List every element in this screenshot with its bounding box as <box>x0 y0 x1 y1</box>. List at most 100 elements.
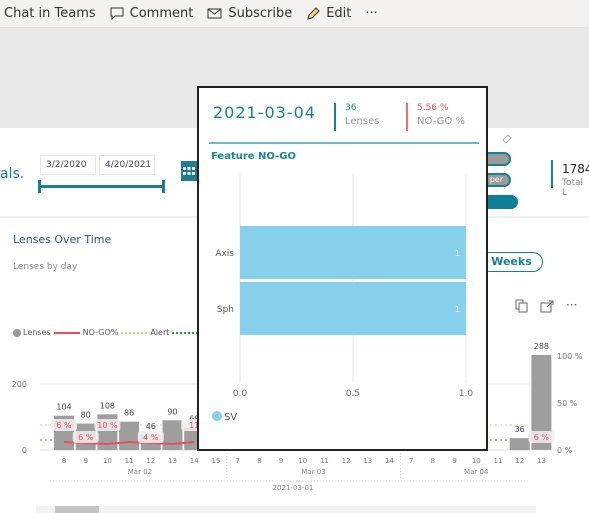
bar <box>509 438 530 450</box>
kpi-label: Total L <box>562 178 584 198</box>
tooltip-divider <box>209 142 479 144</box>
bar <box>162 420 183 450</box>
date-slider[interactable] <box>39 185 165 188</box>
kpi-value: 17848 <box>562 162 589 176</box>
x-hour-label: 12 <box>515 457 524 465</box>
x-hour-label: 9 <box>452 457 456 465</box>
x-hour-label: 13 <box>537 457 546 465</box>
x-day-label: Mar 04 <box>464 468 489 476</box>
x-hour-label: 7 <box>409 457 413 465</box>
slider-handle-end[interactable] <box>162 180 165 193</box>
start-date-input[interactable]: 3/2/2020 <box>40 155 96 175</box>
bar-value-label: 1 <box>455 305 460 314</box>
x-hour-label: 7 <box>235 457 239 465</box>
y2-tick-label: 100 % <box>557 352 583 361</box>
edit-button[interactable]: Edit <box>306 6 351 21</box>
more-button[interactable]: ··· <box>365 6 377 21</box>
legend-alert-marker <box>121 331 148 334</box>
x-hour-label: 12 <box>146 457 155 465</box>
eraser-icon[interactable] <box>501 133 513 143</box>
legend-nogo-marker <box>53 331 80 334</box>
weeks-button[interactable]: Weeks <box>480 252 543 272</box>
legend-alert[interactable]: Alert <box>150 328 169 337</box>
x-hour-label: 9 <box>83 457 87 465</box>
legend-label: SV <box>224 412 237 423</box>
pct-label: 6 % <box>534 433 550 442</box>
pct-label: 4 % <box>143 433 159 442</box>
x-tick-label: 0.5 <box>346 389 360 399</box>
y-tick-label: 0 <box>22 446 27 455</box>
x-tick-label: 1.0 <box>459 389 474 399</box>
mail-icon <box>207 8 222 19</box>
chart-legend: Lenses NO-GO% Alert <box>13 328 201 337</box>
chat-in-teams-button[interactable]: Chat in Teams <box>4 6 96 21</box>
x-hour-label: 9 <box>279 457 283 465</box>
horizontal-scrollbar[interactable] <box>36 506 536 513</box>
copy-icon[interactable] <box>515 299 529 313</box>
tooltip-lenses-value: 36 <box>345 103 357 113</box>
legend-limit-marker <box>172 331 199 334</box>
bar-value-label: 1 <box>455 249 460 258</box>
x-hour-label: 11 <box>320 457 329 465</box>
slider-handle-start[interactable] <box>38 180 41 193</box>
category-label: Sph <box>217 305 234 315</box>
x-hour-label: 10 <box>298 457 307 465</box>
bar-value-label: 108 <box>100 401 115 410</box>
x-day-label: Mar 03 <box>301 468 325 476</box>
x-hour-label: 11 <box>125 457 134 465</box>
x-day-label: Mar 02 <box>128 468 152 476</box>
x-period-label: 2021-03-01 <box>273 484 314 492</box>
legend-lenses-marker <box>13 328 21 337</box>
category-label: Axis <box>215 249 234 259</box>
visual-title: Lenses Over Time <box>13 233 112 246</box>
tooltip-nogo-label: NO-GO % <box>417 116 465 127</box>
x-hour-label: 13 <box>363 457 372 465</box>
y2-tick-label: 0 % <box>557 446 573 455</box>
legend-lenses[interactable]: Lenses <box>23 328 51 337</box>
x-hour-label: 12 <box>342 457 351 465</box>
subscribe-button[interactable]: Subscribe <box>207 6 292 21</box>
x-hour-label: 15 <box>211 457 220 465</box>
partial-title: als. <box>0 166 25 182</box>
bar-value-label: 80 <box>81 411 91 420</box>
nogo-divider <box>406 103 408 131</box>
focus-mode-icon[interactable] <box>540 300 554 313</box>
pct-label: 10 % <box>97 421 118 430</box>
x-hour-label: 11 <box>494 457 503 465</box>
bar-value-label: 288 <box>534 342 549 351</box>
bar-value-label: 46 <box>146 422 156 431</box>
legend-marker <box>212 411 222 421</box>
kpi-divider <box>551 160 553 188</box>
bar-value-label: 86 <box>124 409 134 418</box>
end-date-input[interactable]: 4/20/2021 <box>99 155 155 175</box>
bar <box>240 226 466 279</box>
x-hour-label: 14 <box>190 457 199 465</box>
bar-value-label: 36 <box>515 425 525 434</box>
legend-nogo[interactable]: NO-GO% <box>83 328 119 337</box>
pct-label: 6 % <box>78 433 94 442</box>
comment-button[interactable]: Comment <box>110 6 193 21</box>
more-options-button[interactable]: ··· <box>566 298 577 312</box>
y2-tick-label: 50 % <box>557 399 578 408</box>
comment-icon <box>110 7 124 20</box>
scrollbar-thumb[interactable] <box>55 506 99 513</box>
tooltip-lenses-label: Lenses <box>345 116 380 127</box>
tooltip: 2021-03-04 36 Lenses 5.56 % NO-GO % Feat… <box>197 86 488 451</box>
x-hour-label: 8 <box>431 457 435 465</box>
bar-value-label: 90 <box>167 407 177 416</box>
x-hour-label: 14 <box>385 457 394 465</box>
visual-subtitle: Lenses by day <box>13 262 78 272</box>
tooltip-date: 2021-03-04 <box>213 103 316 122</box>
pct-label: 6 % <box>56 421 72 430</box>
x-hour-label: 10 <box>103 457 112 465</box>
x-hour-label: 8 <box>257 457 261 465</box>
bar-value-label: 104 <box>56 403 71 412</box>
top-toolbar: Chat in Teams Comment Subscribe Edit ··· <box>0 0 589 28</box>
bar <box>119 421 140 450</box>
tooltip-nogo-value: 5.56 % <box>417 103 449 113</box>
bar <box>240 282 466 335</box>
x-hour-label: 10 <box>472 457 481 465</box>
calendar-icon[interactable] <box>180 158 198 182</box>
x-hour-label: 8 <box>62 457 66 465</box>
x-hour-label: 13 <box>168 457 177 465</box>
